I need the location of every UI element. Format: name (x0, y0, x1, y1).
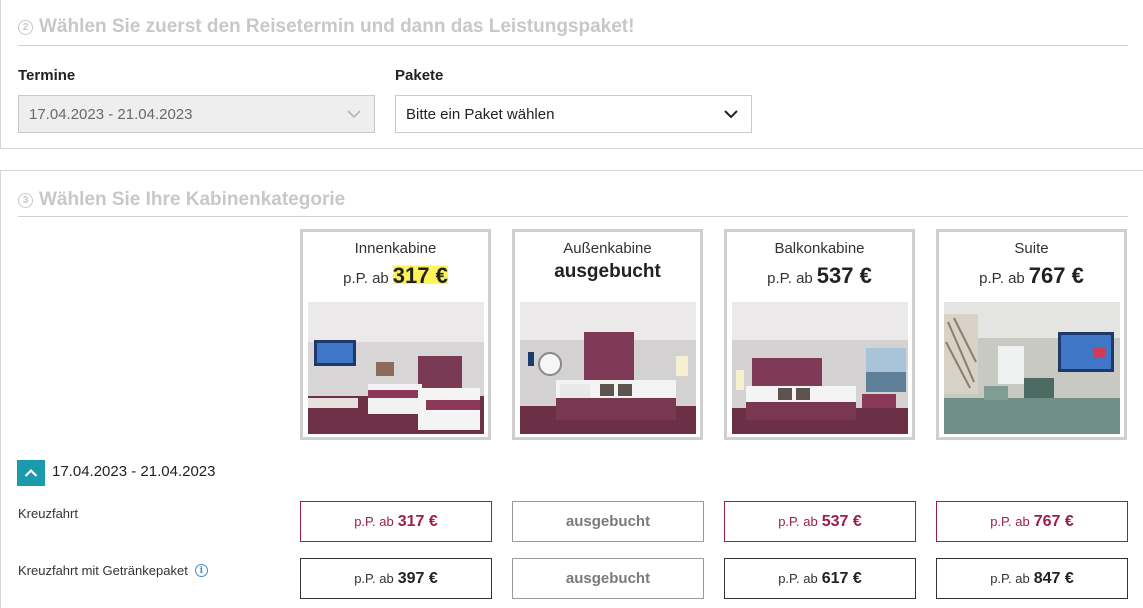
cabin-name: Balkonkabine (774, 240, 865, 257)
price-prefix: p.P. ab (778, 514, 818, 529)
price-prefix: p.P. ab (767, 270, 813, 287)
step2-panel: 2 Wählen Sie zuerst den Reisetermin und … (0, 0, 1143, 149)
chevron-down-icon (724, 110, 738, 119)
cabin-name: Innenkabine (354, 240, 437, 257)
price-value: 317 € (397, 512, 438, 530)
price-cell-innenkabine-kreuzfahrt[interactable]: p.P. ab 317 € (300, 501, 492, 542)
step3-title: Wählen Sie Ihre Kabinenkategorie (39, 189, 346, 210)
price-value: 847 € (1033, 569, 1074, 587)
cabin-card-suite[interactable]: Suite p.P. ab 767 € (936, 229, 1127, 440)
cabin-status: ausgebucht (554, 261, 661, 282)
termine-value: 17.04.2023 - 21.04.2023 (29, 105, 193, 123)
row-label-text: Kreuzfahrt (18, 506, 78, 521)
price-value: 397 € (397, 569, 438, 587)
chevron-up-icon (24, 468, 38, 477)
price-cell-balkonkabine-getraenkepaket[interactable]: p.P. ab 617 € (724, 558, 916, 599)
termine-select[interactable]: 17.04.2023 - 21.04.2023 (18, 95, 375, 133)
pakete-select[interactable]: Bitte ein Paket wählen (395, 95, 752, 133)
price-cell-suite-kreuzfahrt[interactable]: p.P. ab 767 € (936, 501, 1128, 542)
price-prefix: p.P. ab (354, 571, 394, 586)
cabin-name: Suite (1014, 240, 1049, 257)
price-cell-aussenkabine-kreuzfahrt: ausgebucht (512, 501, 704, 542)
date-row-label: 17.04.2023 - 21.04.2023 (52, 463, 216, 480)
cabin-price: p.P. ab 537 € (727, 263, 912, 289)
price-prefix: p.P. ab (990, 514, 1030, 529)
row-label-kreuzfahrt: Kreuzfahrt (18, 506, 78, 521)
termine-label: Termine (18, 67, 76, 84)
step-number-icon: 3 (18, 192, 33, 208)
cabin-price: p.P. ab 767 € (939, 263, 1124, 289)
booked-status: ausgebucht (565, 570, 651, 587)
price-prefix: p.P. ab (979, 270, 1025, 287)
step3-panel: 3 Wählen Sie Ihre Kabinenkategorie Innen… (0, 170, 1143, 608)
cabin-card-aussenkabine[interactable]: Außenkabine ausgebucht (512, 229, 703, 440)
cabin-name: Außenkabine (563, 240, 652, 257)
cabin-price: p.P. ab 317 € (303, 263, 488, 289)
row-label-text: Kreuzfahrt mit Getränkepaket (18, 563, 188, 578)
step-number-icon: 2 (18, 19, 33, 35)
price-prefix: p.P. ab (990, 571, 1030, 586)
heading-divider (18, 216, 1128, 217)
price-value: 617 € (821, 569, 862, 587)
cabin-image (732, 302, 908, 434)
collapse-toggle-button[interactable] (17, 460, 45, 486)
price-prefix: p.P. ab (354, 514, 394, 529)
price-prefix: p.P. ab (343, 270, 389, 287)
info-icon[interactable]: i (194, 564, 208, 577)
cabin-card-balkonkabine[interactable]: Balkonkabine p.P. ab 537 € (724, 229, 915, 440)
price-prefix: p.P. ab (778, 571, 818, 586)
cabin-image (520, 302, 696, 434)
step2-heading: 2 Wählen Sie zuerst den Reisetermin und … (18, 16, 634, 38)
row-label-getraenkepaket: Kreuzfahrt mit Getränkepaket i (18, 563, 208, 578)
heading-divider (18, 45, 1128, 46)
price-cell-innenkabine-getraenkepaket[interactable]: p.P. ab 397 € (300, 558, 492, 599)
cabin-image (944, 302, 1120, 434)
cabin-price-value: 317 € (392, 263, 448, 289)
price-cell-balkonkabine-kreuzfahrt[interactable]: p.P. ab 537 € (724, 501, 916, 542)
price-value: 537 € (821, 512, 862, 530)
cabin-image (308, 302, 484, 434)
price-cell-suite-getraenkepaket[interactable]: p.P. ab 847 € (936, 558, 1128, 599)
cabin-price-value: 767 € (1028, 263, 1084, 288)
cabin-card-innenkabine[interactable]: Innenkabine p.P. ab 317 € (300, 229, 491, 440)
price-cell-aussenkabine-getraenkepaket: ausgebucht (512, 558, 704, 599)
chevron-down-icon (347, 110, 361, 119)
price-value: 767 € (1033, 512, 1074, 530)
booked-status: ausgebucht (565, 513, 651, 530)
cabin-price-value: 537 € (816, 263, 872, 288)
step3-heading: 3 Wählen Sie Ihre Kabinenkategorie (18, 189, 345, 211)
step2-title: Wählen Sie zuerst den Reisetermin und da… (39, 16, 635, 37)
pakete-label: Pakete (395, 67, 444, 84)
pakete-value: Bitte ein Paket wählen (406, 105, 555, 123)
